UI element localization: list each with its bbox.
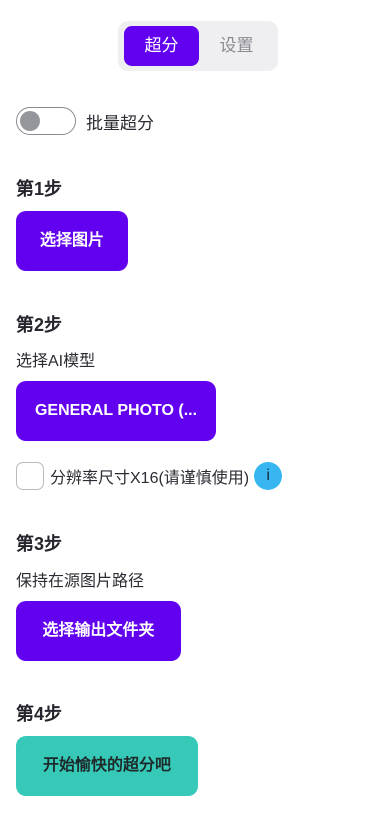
info-icon[interactable]: i (254, 462, 283, 490)
x16-option-row: 分辨率尺寸X16(请谨慎使用) i (16, 460, 283, 492)
tab-settings[interactable]: 设置 (199, 26, 274, 66)
batch-toggle-label: 批量超分 (86, 113, 154, 133)
model-description: 选择AI模型 (16, 353, 96, 370)
step1-title: 第1步 (16, 179, 63, 199)
model-select-button[interactable]: GENERAL PHOTO (... (16, 381, 216, 441)
app-page: 超分 设置 批量超分 第1步 选择图片 第2步 选择AI模型 GENERAL P… (0, 0, 382, 817)
step3-title: 第3步 (16, 534, 63, 554)
output-path-description: 保持在源图片路径 (16, 573, 145, 590)
mode-tab-bar: 超分 设置 (118, 21, 278, 71)
batch-toggle[interactable] (16, 107, 76, 135)
batch-toggle-row: 批量超分 (16, 106, 154, 136)
tab-upscale[interactable]: 超分 (124, 26, 199, 66)
step4-title: 第4步 (16, 704, 63, 724)
select-output-folder-button[interactable]: 选择输出文件夹 (16, 601, 181, 661)
toggle-knob (20, 111, 40, 131)
start-upscale-button[interactable]: 开始愉快的超分吧 (16, 736, 198, 796)
step2-title: 第2步 (16, 315, 63, 335)
x16-checkbox[interactable] (16, 462, 44, 490)
select-image-button[interactable]: 选择图片 (16, 211, 128, 271)
x16-checkbox-label: 分辨率尺寸X16(请谨慎使用) (50, 470, 250, 487)
